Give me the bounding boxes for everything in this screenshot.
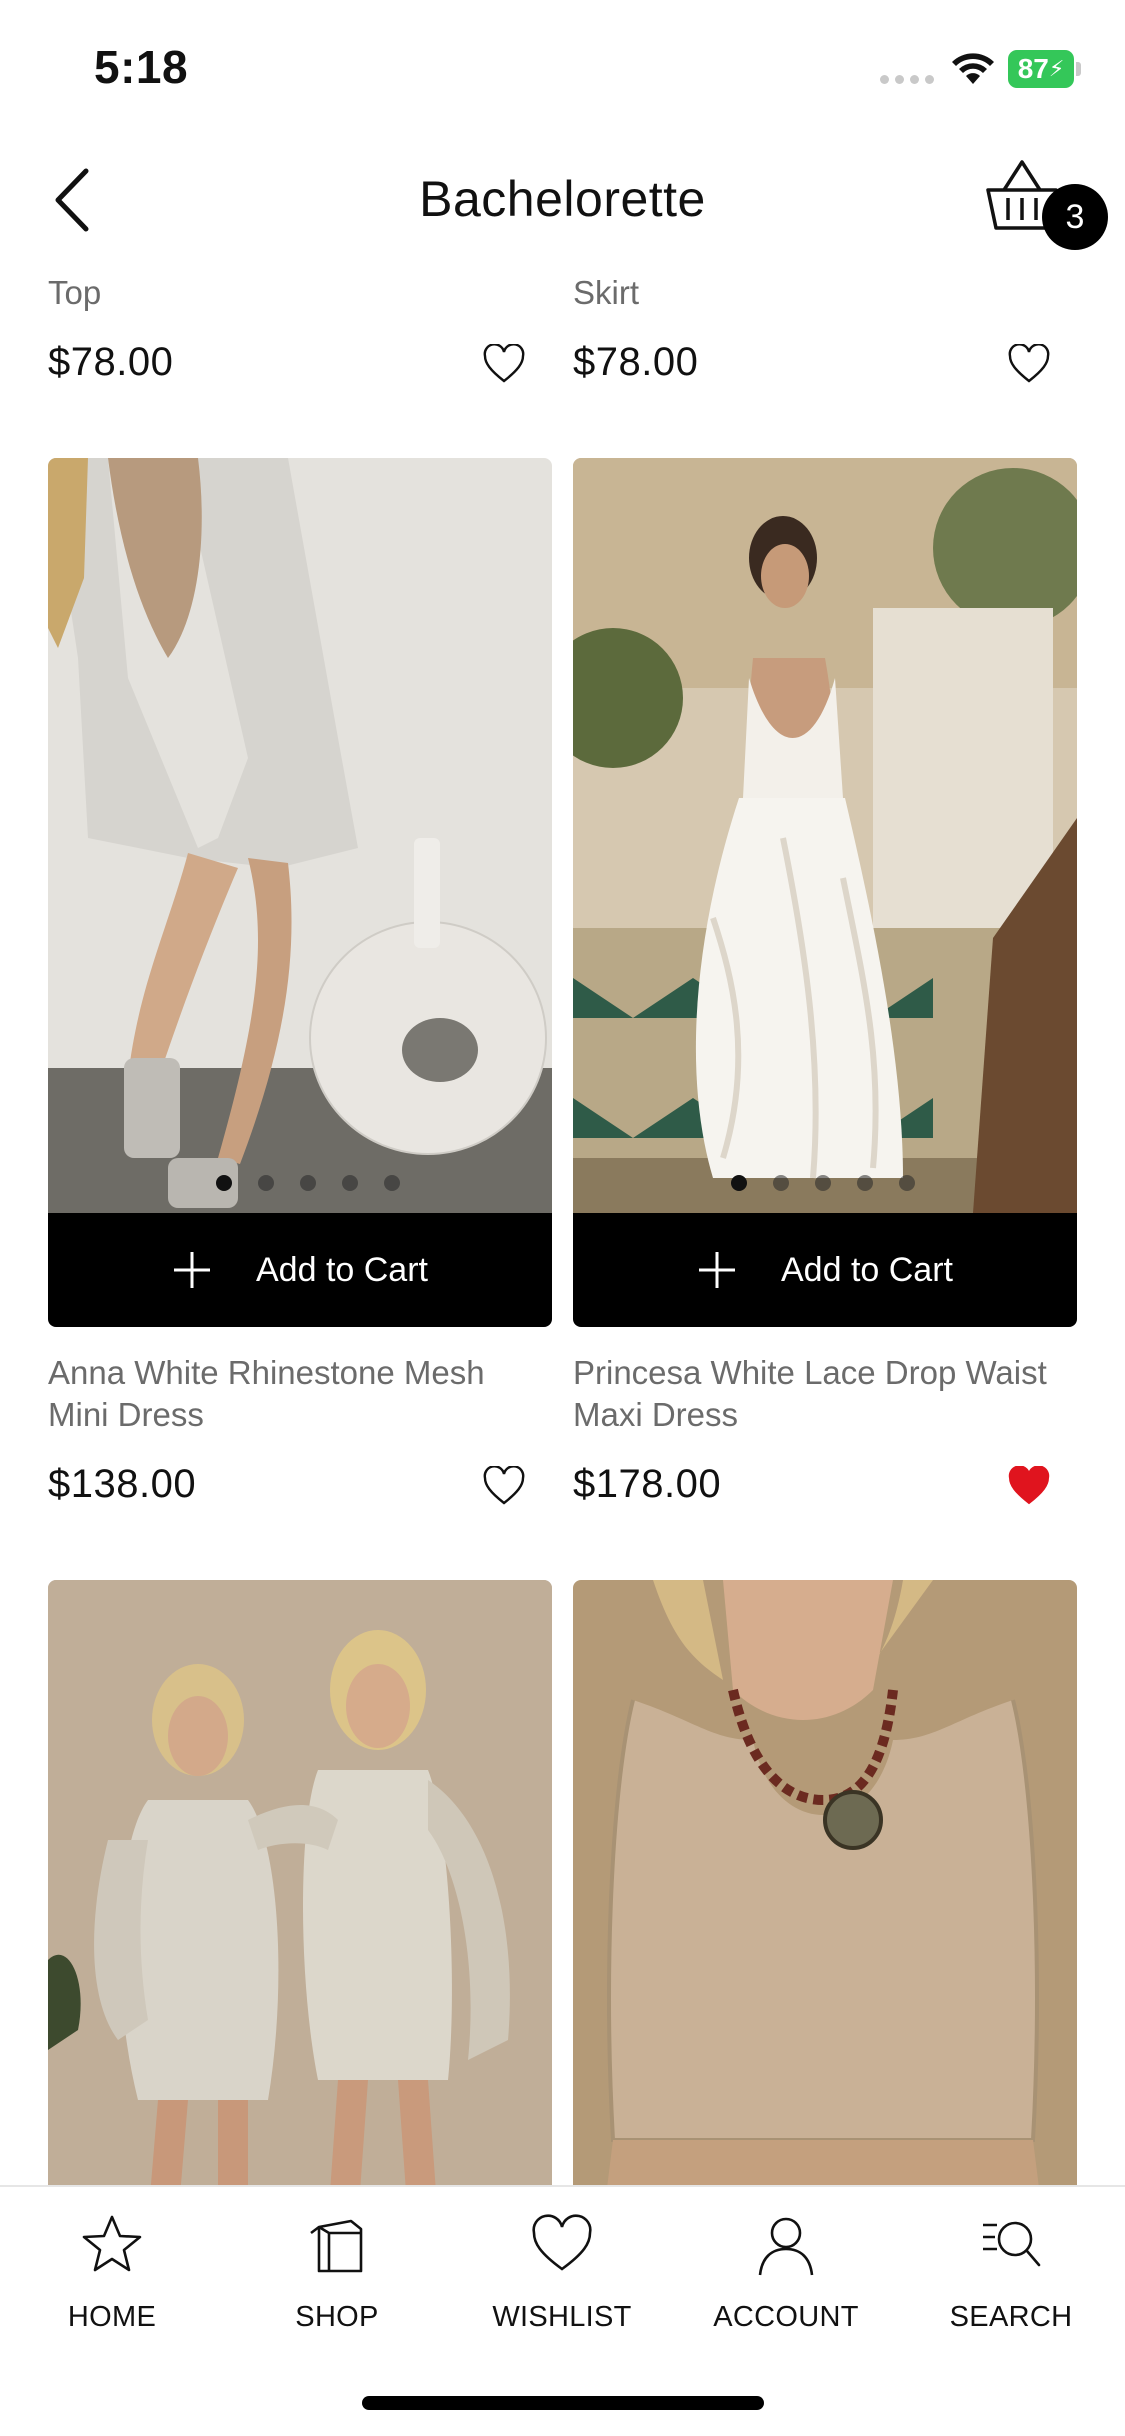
product-price: $138.00	[48, 1462, 197, 1506]
product-card[interactable]	[573, 1580, 1077, 2185]
product-price: $78.00	[573, 340, 699, 384]
add-to-cart-label: Add to Cart	[781, 1250, 953, 1289]
tab-wishlist[interactable]: WISHLIST	[477, 2211, 647, 2351]
image-carousel-dots[interactable]	[731, 1175, 915, 1191]
product-image[interactable]	[48, 1580, 552, 2185]
wishlist-heart-icon[interactable]	[1007, 344, 1051, 384]
product-image[interactable]	[48, 458, 552, 1213]
tab-search[interactable]: SEARCH	[926, 2211, 1096, 2351]
search-icon	[983, 2221, 1041, 2267]
tab-label: SEARCH	[949, 2301, 1073, 2333]
tab-label: HOME	[67, 2301, 157, 2333]
tab-home[interactable]: HOME	[27, 2211, 197, 2351]
product-card[interactable]: Add to Cart Princesa White Lace Drop Wai…	[573, 458, 1077, 1506]
product-grid: Top $78.00 Skirt $78.00 Add to Cart Anna…	[0, 260, 1125, 2185]
tab-account[interactable]: ACCOUNT	[701, 2211, 871, 2351]
wifi-icon	[952, 53, 994, 84]
cart-count-badge: 3	[1042, 184, 1108, 250]
product-photo	[573, 458, 1077, 1213]
tab-label: WISHLIST	[492, 2301, 632, 2333]
status-time: 5:18	[94, 41, 189, 93]
product-price: $178.00	[573, 1462, 722, 1506]
home-indicator	[362, 2396, 764, 2410]
user-icon	[758, 2217, 814, 2276]
product-photo	[48, 458, 552, 1213]
add-to-cart-button[interactable]: Add to Cart	[48, 1213, 552, 1327]
product-image[interactable]	[573, 1580, 1077, 2185]
product-price: $78.00	[48, 340, 174, 384]
status-bar: 5:18 87 ⚡	[0, 0, 1125, 140]
star-icon	[82, 2215, 142, 2272]
product-name[interactable]: Princesa White Lace Drop Waist Maxi Dres…	[573, 1352, 1077, 1436]
wishlist-heart-icon[interactable]	[482, 344, 526, 384]
cellular-signal-icon	[880, 75, 934, 84]
page-title: Bachelorette	[419, 171, 706, 227]
plus-icon	[699, 1252, 735, 1288]
product-image[interactable]	[573, 458, 1077, 1213]
add-to-cart-label: Add to Cart	[256, 1250, 428, 1289]
battery-indicator: 87 ⚡	[1008, 50, 1074, 88]
wishlist-heart-icon[interactable]	[482, 1466, 526, 1506]
product-name: Skirt	[573, 274, 639, 311]
product-card[interactable]: Add to Cart Anna White Rhinestone Mesh M…	[48, 458, 552, 1506]
tab-shop[interactable]: SHOP	[252, 2211, 422, 2351]
wishlist-heart-filled-icon[interactable]	[1007, 1466, 1051, 1506]
heart-icon	[532, 2214, 592, 2271]
shopping-bag-icon	[310, 2219, 363, 2273]
image-carousel-dots[interactable]	[216, 1175, 400, 1191]
tab-label: ACCOUNT	[713, 2301, 859, 2333]
tab-label: SHOP	[295, 2301, 379, 2333]
plus-icon	[174, 1252, 210, 1288]
nav-header: Bachelorette 3	[0, 140, 1125, 260]
product-photo	[573, 1580, 1077, 2185]
product-name[interactable]: Anna White Rhinestone Mesh Mini Dress	[48, 1352, 552, 1436]
battery-cap	[1076, 62, 1081, 76]
product-photo	[48, 1580, 552, 2185]
cart-button[interactable]: 3	[982, 154, 1108, 264]
add-to-cart-button[interactable]: Add to Cart	[573, 1213, 1077, 1327]
battery-level: 87	[1017, 53, 1049, 84]
product-name: Top	[48, 274, 102, 311]
product-card[interactable]	[48, 1580, 552, 2185]
